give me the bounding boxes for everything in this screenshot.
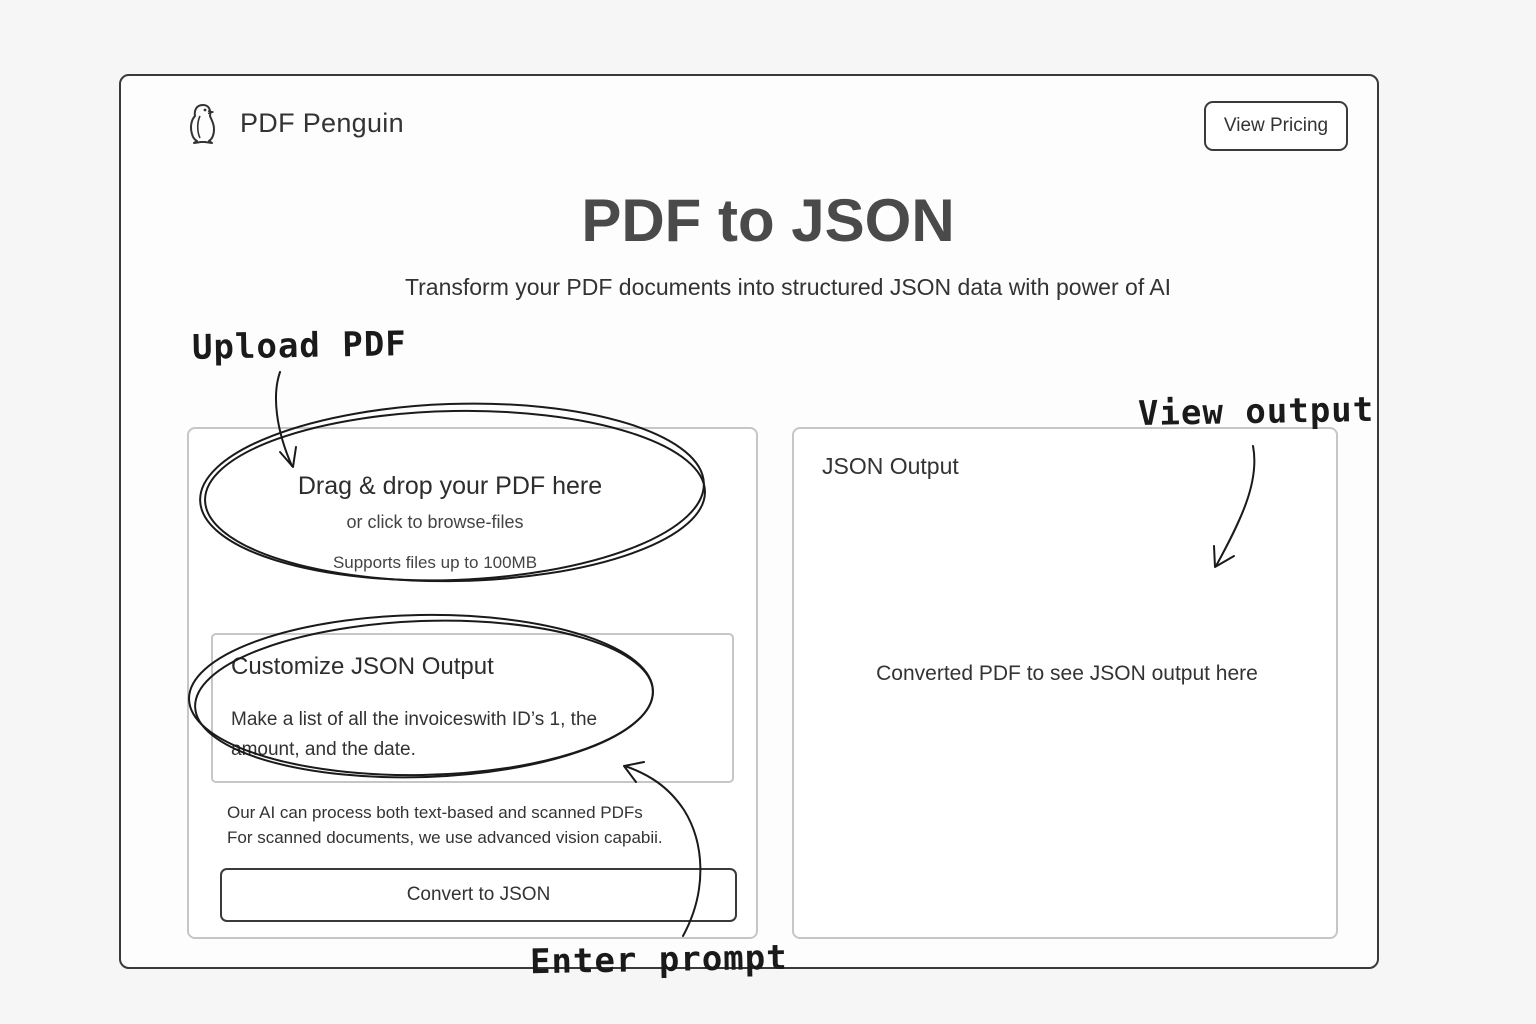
mockup-stage: PDF Penguin View Pricing PDF to JSON Tra… [0,0,1536,1024]
prompt-line: Make a list of all the invoiceswith ID’s… [231,709,598,730]
output-placeholder: Converted PDF to see JSON output here [876,662,1258,685]
note-line: For scanned documents, we use advanced v… [227,828,663,847]
processing-note: Our AI can process both text-based and s… [227,800,697,850]
page-subtitle: Transform your PDF documents into struct… [404,274,1172,300]
annotation-view-output: View output [1137,389,1375,435]
prompt-input[interactable]: Customize JSON Output Make a list of all… [211,633,734,783]
browse-files-link[interactable]: or click to browse-files [200,512,700,533]
note-line: Our AI can process both text-based and s… [227,803,643,822]
view-pricing-button[interactable]: View Pricing [1204,101,1348,151]
file-size-limit: Supports files up to 100MB [332,553,538,572]
annotation-upload-pdf: Upload PDF [191,324,408,368]
output-title: JSON Output [822,453,959,479]
annotation-enter-prompt: Enter prompt [529,937,788,983]
dropzone-title: Drag & drop your PDF here [297,472,603,500]
convert-to-json-button[interactable]: Convert to JSON [220,868,737,922]
brand[interactable]: PDF Penguin [186,102,404,144]
prompt-title: Customize JSON Output [231,653,494,680]
prompt-text[interactable]: Make a list of all the invoiceswith ID’s… [231,705,651,765]
penguin-icon [186,102,220,144]
page-title: PDF to JSON [581,187,955,254]
brand-name: PDF Penguin [240,107,404,138]
prompt-line: amount, and the date. [231,739,416,760]
pdf-dropzone[interactable]: Drag & drop your PDF here or click to br… [200,466,700,581]
